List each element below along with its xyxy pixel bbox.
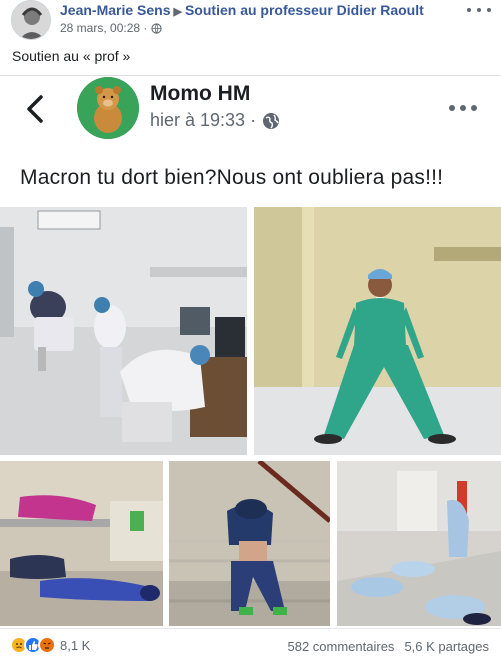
inner-options-button[interactable]	[449, 104, 477, 112]
reactions-summary[interactable]: 8,1 K	[10, 636, 90, 654]
share-arrow-icon: ▶	[173, 6, 182, 18]
inner-timestamp[interactable]: hier à 19:33 ·	[150, 110, 256, 131]
more-dot-icon	[487, 8, 491, 12]
post-footer: 8,1 K 582 commentaires 5,6 K partages	[0, 628, 501, 657]
angry-reaction-icon	[38, 636, 56, 654]
back-arrow-icon[interactable]	[24, 94, 46, 124]
shares-count-link[interactable]: 5,6 K partages	[404, 639, 489, 654]
photo-nurses-lying-on-floor[interactable]	[0, 461, 163, 626]
author-name-link[interactable]: Jean-Marie Sens	[60, 2, 171, 18]
comments-count-link[interactable]: 582 commentaires	[287, 639, 394, 654]
inner-caption: Macron tu dort bien?Nous ont oubliera pa…	[20, 166, 444, 189]
globe-icon	[151, 22, 163, 34]
post-meta: 28 mars, 00:28 ·	[60, 21, 424, 35]
photo-workers-in-protective-suits[interactable]	[337, 461, 501, 626]
more-dot-icon	[460, 105, 466, 111]
more-dot-icon	[471, 105, 477, 111]
group-name-link[interactable]: Soutien au professeur Didier Raoult	[185, 2, 424, 18]
more-dot-icon	[467, 8, 471, 12]
inner-avatar[interactable]	[77, 77, 139, 139]
globe-icon	[263, 112, 280, 129]
post-header: Jean-Marie Sens ▶ Soutien au professeur Di…	[0, 0, 501, 40]
photo-doctors-asleep-at-desks[interactable]	[0, 207, 247, 455]
photo-nurse-asleep-on-stairs[interactable]	[169, 461, 330, 626]
author-line: Jean-Marie Sens ▶ Soutien au professeur Di…	[60, 2, 424, 18]
shared-screenshot[interactable]: Momo HM hier à 19:33 · Macron tu dort bi…	[0, 75, 501, 626]
post-text: Soutien au « prof »	[12, 48, 131, 64]
inner-author-name[interactable]: Momo HM	[150, 82, 250, 106]
more-dot-icon	[477, 8, 481, 12]
reaction-count[interactable]: 8,1 K	[60, 638, 90, 653]
photo-surgeon-on-hallway-floor[interactable]	[254, 207, 501, 455]
post-timestamp[interactable]: 28 mars, 00:28 ·	[60, 21, 147, 35]
header-text: Jean-Marie Sens ▶ Soutien au professeur Di…	[60, 2, 424, 35]
engagement-stats: 582 commentaires 5,6 K partages	[287, 639, 489, 654]
author-avatar[interactable]	[11, 0, 51, 40]
post-options-button[interactable]	[467, 2, 491, 18]
inner-meta: hier à 19:33 ·	[150, 110, 280, 131]
more-dot-icon	[449, 105, 455, 111]
